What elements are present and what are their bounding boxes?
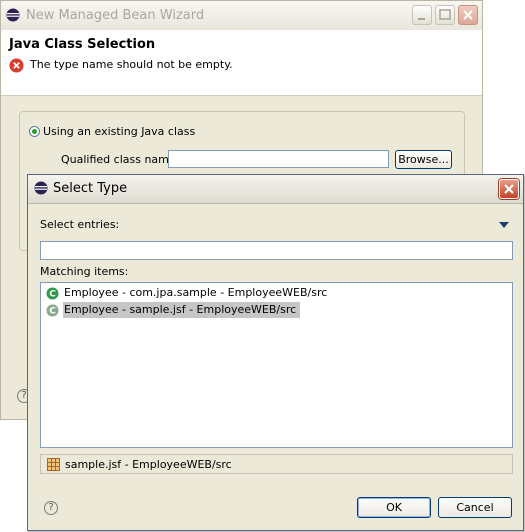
browse-button[interactable]: Browse... xyxy=(395,150,452,169)
package-icon xyxy=(47,458,60,474)
dialog-close-button[interactable] xyxy=(499,179,519,199)
wizard-header: Java Class Selection The type name shoul… xyxy=(1,30,482,96)
status-text: sample.jsf - EmployeeWEB/src xyxy=(65,458,232,471)
close-icon xyxy=(504,184,514,194)
cancel-button[interactable]: Cancel xyxy=(438,497,512,518)
qualified-class-input[interactable] xyxy=(168,150,389,168)
class-icon: C xyxy=(46,287,59,305)
existing-class-label: Using an existing Java class xyxy=(43,125,196,138)
selection-status-bar: sample.jsf - EmployeeWEB/src xyxy=(40,454,513,474)
list-item-label: Employee - sample.jsf - EmployeeWEB/src xyxy=(63,302,301,318)
class-icon: C xyxy=(46,304,59,322)
page-title: Java Class Selection xyxy=(9,37,156,52)
existing-class-radio[interactable] xyxy=(29,126,40,137)
eclipse-icon xyxy=(6,8,20,25)
svg-text:C: C xyxy=(49,307,56,317)
close-icon xyxy=(463,10,473,20)
matching-items-list[interactable]: C Employee - com.jpa.sample - EmployeeWE… xyxy=(40,282,513,448)
error-icon xyxy=(9,58,24,76)
svg-text:C: C xyxy=(49,290,56,300)
select-type-dialog: Select Type Select entries: Matching ite… xyxy=(27,174,524,531)
view-menu-icon[interactable] xyxy=(499,222,509,228)
wizard-titlebar[interactable]: New Managed Bean Wizard xyxy=(1,1,482,31)
help-icon[interactable]: ? xyxy=(44,501,58,515)
dialog-titlebar[interactable]: Select Type xyxy=(28,175,523,204)
list-item-label: Employee - com.jpa.sample - EmployeeWEB/… xyxy=(64,286,328,299)
minimize-button[interactable] xyxy=(412,5,432,25)
maximize-button[interactable] xyxy=(435,5,455,25)
qualified-class-label: Qualified class name: xyxy=(61,153,180,166)
eclipse-icon xyxy=(34,181,48,198)
ok-button[interactable]: OK xyxy=(357,497,431,518)
select-entries-label: Select entries: xyxy=(40,218,120,231)
dialog-title: Select Type xyxy=(53,181,128,196)
close-button[interactable] xyxy=(458,5,478,25)
error-message: The type name should not be empty. xyxy=(30,58,233,71)
minimize-icon xyxy=(418,18,425,20)
maximize-icon xyxy=(439,9,451,20)
matching-items-label: Matching items: xyxy=(40,265,129,278)
wizard-title: New Managed Bean Wizard xyxy=(26,8,205,23)
filter-input[interactable] xyxy=(40,241,513,260)
